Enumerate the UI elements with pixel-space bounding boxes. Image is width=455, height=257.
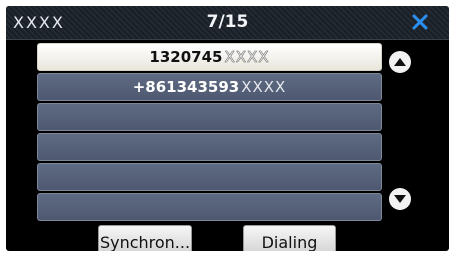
list-item-selected[interactable]: 1320745 XXXX [37,43,382,71]
triangle-down-icon [394,195,406,203]
phone-number: 1320745 [149,48,223,66]
masked-digits: XXXX [241,78,287,96]
phone-number: +861343593 [132,78,240,96]
triangle-up-icon [394,58,406,66]
scroll-up-button[interactable] [389,51,411,73]
page-indicator: 7/15 [206,12,249,32]
dialing-button[interactable]: Dialing [243,225,336,251]
list-item-empty[interactable] [37,193,382,221]
scroll-down-button[interactable] [389,188,411,210]
title-bar: XXXX 7/15 [6,6,449,40]
list-item-empty[interactable] [37,133,382,161]
list-item-empty[interactable] [37,103,382,131]
list-item[interactable]: +861343593 XXXX [37,73,382,101]
close-icon [412,14,428,30]
list-item-empty[interactable] [37,163,382,191]
synchronize-button[interactable]: Synchron... [98,225,192,251]
masked-digits: XXXX [224,48,270,67]
phone-screen: XXXX 7/15 1320745 XXXX +861343593 XXXX Syn… [6,6,449,251]
close-button[interactable] [408,10,432,34]
contact-number-list: 1320745 XXXX +861343593 XXXX [37,43,382,223]
